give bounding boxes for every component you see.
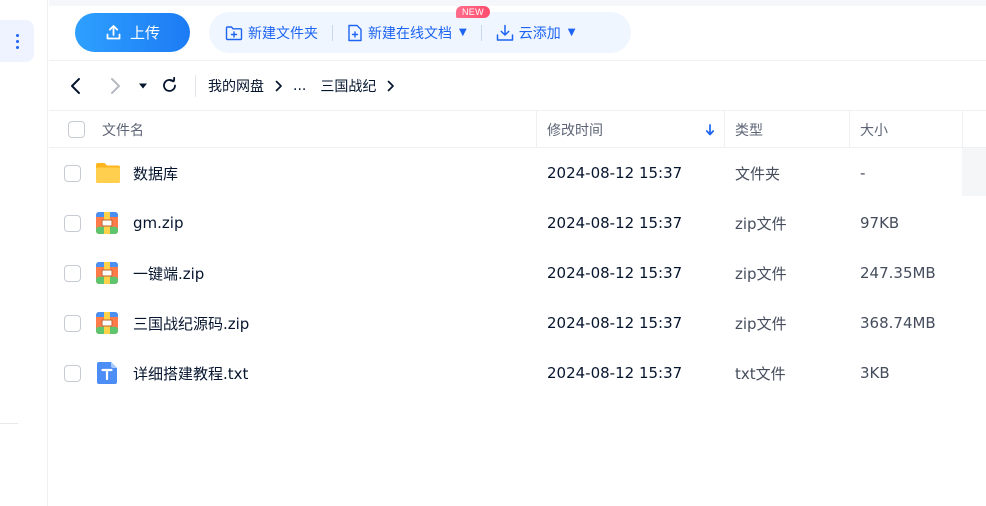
main-panel: 上传 新建文件夹 新建在线文档 ▼ 云添加 ▼ NEW 我的网盘 ... 三国战… (49, 0, 986, 506)
zip-icon (95, 298, 119, 348)
row-checkbox[interactable] (64, 364, 81, 382)
new-online-doc-label: 新建在线文档 (368, 25, 452, 42)
dropdown-caret-icon: ▼ (567, 27, 576, 38)
select-all-checkbox[interactable] (68, 111, 85, 148)
row-checkbox[interactable] (64, 314, 81, 332)
chevron-left-icon (71, 77, 80, 94)
navigation-row: 我的网盘 ... 三国战纪 (49, 60, 986, 110)
table-row[interactable]: gm.zip 2024-08-12 15:37 zip文件 97KB (49, 198, 986, 248)
breadcrumb-chevron-icon (386, 80, 395, 92)
table-row[interactable]: 三国战纪源码.zip 2024-08-12 15:37 zip文件 368.74… (49, 298, 986, 348)
history-dropdown-button[interactable] (131, 74, 155, 98)
checkbox[interactable] (68, 121, 85, 138)
file-name[interactable]: 数据库 (133, 148, 178, 198)
header-size[interactable]: 大小 (860, 111, 888, 148)
breadcrumb-item-my-drive[interactable]: 我的网盘 (208, 76, 264, 96)
cloud-add-button[interactable]: 云添加 ▼ (496, 23, 576, 43)
back-button[interactable] (64, 74, 88, 98)
column-separator (536, 111, 537, 148)
modified-time: 2024-08-12 15:37 (547, 164, 683, 182)
column-separator (724, 111, 725, 148)
file-type: zip文件 (735, 264, 787, 283)
new-folder-icon (225, 25, 243, 40)
dropdown-caret-icon: ▼ (459, 27, 467, 38)
upload-button[interactable]: 上传 (75, 13, 190, 52)
modified-time: 2024-08-12 15:37 (547, 364, 683, 382)
new-folder-label: 新建文件夹 (248, 25, 318, 42)
upload-label: 上传 (129, 24, 160, 42)
file-name[interactable]: 详细搭建教程.txt (133, 348, 248, 398)
breadcrumb-chevron-icon (274, 80, 283, 92)
file-name[interactable]: gm.zip (133, 198, 183, 248)
row-checkbox[interactable] (64, 214, 81, 232)
header-modified[interactable]: 修改时间 (547, 111, 603, 148)
triangle-down-icon (139, 83, 147, 88)
column-separator (962, 111, 963, 148)
toolbar-separator (480, 24, 482, 41)
folder-icon (95, 148, 121, 198)
header-name[interactable]: 文件名 (102, 111, 144, 148)
file-type: 文件夹 (735, 164, 781, 183)
download-icon (496, 24, 513, 41)
upload-icon (106, 25, 121, 40)
tool-group: 新建文件夹 新建在线文档 ▼ 云添加 ▼ NEW (209, 6, 631, 53)
txt-icon (95, 348, 119, 398)
table-row[interactable]: 一键端.zip 2024-08-12 15:37 zip文件 247.35MB (49, 248, 986, 298)
file-list: 数据库 2024-08-12 15:37 文件夹 - gm.zip 2024-0… (49, 148, 986, 398)
breadcrumb: 我的网盘 ... 三国战纪 (208, 76, 405, 96)
rail-divider (0, 423, 18, 424)
table-row[interactable]: 详细搭建教程.txt 2024-08-12 15:37 txt文件 3KB (49, 348, 986, 398)
column-separator (849, 111, 850, 148)
file-size: 97KB (860, 214, 900, 232)
chevron-right-icon (111, 77, 120, 94)
modified-time: 2024-08-12 15:37 (547, 264, 683, 282)
breadcrumb-item-current[interactable]: 三国战纪 (320, 76, 376, 96)
row-checkbox[interactable] (64, 264, 81, 282)
new-badge: NEW (456, 6, 490, 18)
file-type: txt文件 (735, 364, 786, 383)
more-dots-icon (15, 33, 19, 49)
table-header: 文件名 修改时间 类型 大小 (49, 110, 986, 148)
new-doc-icon (348, 24, 362, 41)
file-size: - (860, 164, 866, 182)
zip-icon (95, 198, 119, 248)
refresh-button[interactable] (157, 74, 181, 98)
new-online-doc-button[interactable]: 新建在线文档 ▼ (347, 23, 467, 43)
file-name[interactable]: 三国战纪源码.zip (133, 298, 249, 348)
toolbar-separator (332, 24, 333, 41)
new-folder-button[interactable]: 新建文件夹 (225, 23, 318, 43)
toolbar: 上传 新建文件夹 新建在线文档 ▼ 云添加 ▼ NEW (49, 6, 986, 54)
file-size: 247.35MB (860, 264, 936, 282)
refresh-icon (162, 77, 176, 92)
modified-time: 2024-08-12 15:37 (547, 214, 683, 232)
zip-icon (95, 248, 119, 298)
top-strip (49, 0, 986, 6)
file-size: 3KB (860, 364, 890, 382)
forward-button[interactable] (103, 74, 127, 98)
table-row[interactable]: 数据库 2024-08-12 15:37 文件夹 - (49, 148, 986, 198)
file-type: zip文件 (735, 214, 787, 233)
cloud-add-label: 云添加 (518, 25, 561, 42)
breadcrumb-item-ellipsis[interactable]: ... (293, 78, 306, 94)
file-name[interactable]: 一键端.zip (133, 248, 204, 298)
header-type[interactable]: 类型 (735, 111, 763, 148)
nav-divider (195, 74, 196, 97)
row-checkbox[interactable] (64, 164, 81, 182)
more-menu-button[interactable] (0, 20, 34, 62)
file-size: 368.74MB (860, 314, 936, 332)
file-type: zip文件 (735, 314, 787, 333)
sort-desc-icon[interactable] (705, 111, 715, 148)
modified-time: 2024-08-12 15:37 (547, 314, 683, 332)
left-rail (0, 0, 48, 506)
